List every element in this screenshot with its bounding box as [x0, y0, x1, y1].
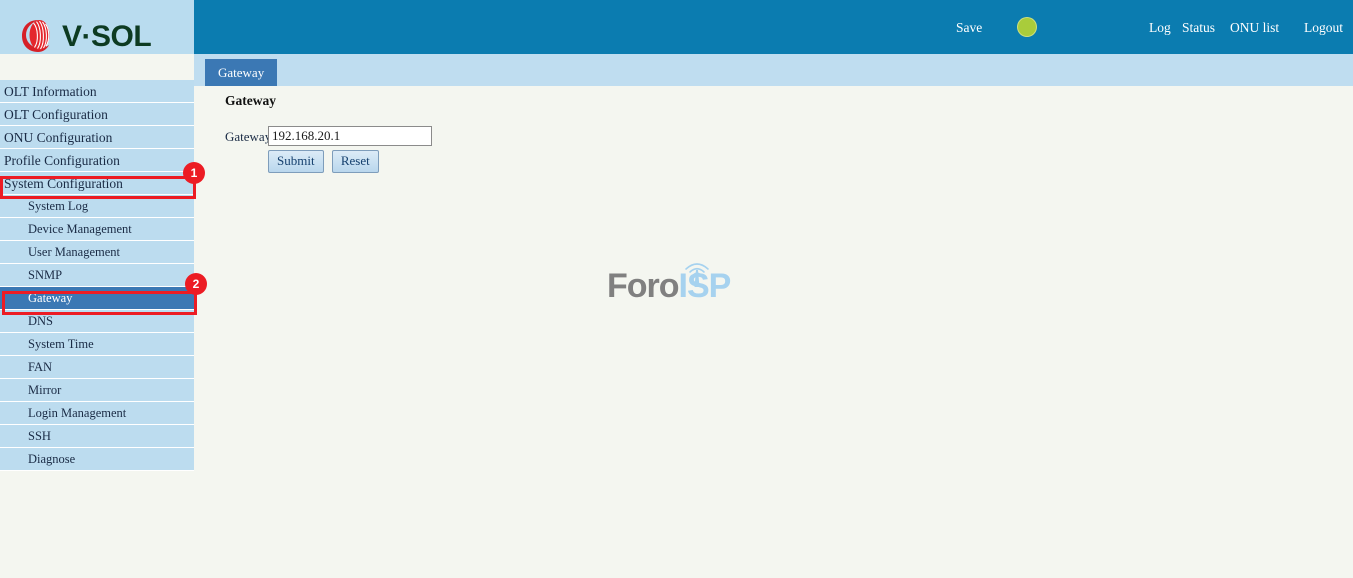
sidebar-item-user-management[interactable]: User Management	[0, 241, 194, 264]
sidebar-item-mirror[interactable]: Mirror	[0, 379, 194, 402]
sidebar-item-onu-configuration[interactable]: ONU Configuration	[0, 126, 194, 149]
save-button[interactable]: Save	[956, 20, 982, 36]
sidebar-item-label: ONU Configuration	[4, 130, 113, 145]
sidebar-item-dns[interactable]: DNS	[0, 310, 194, 333]
sidebar-item-system-time[interactable]: System Time	[0, 333, 194, 356]
foroisp-watermark: ForoISP	[607, 257, 749, 311]
reset-button[interactable]: Reset	[331, 150, 379, 173]
sidebar-item-label: System Configuration	[4, 176, 123, 191]
sidebar-item-olt-information[interactable]: OLT Information	[0, 80, 194, 103]
header-link-logout[interactable]: Logout	[1304, 20, 1343, 36]
sidebar-item-label: SNMP	[28, 268, 63, 282]
tab-gateway[interactable]: Gateway	[205, 59, 278, 86]
header-link-log[interactable]: Log	[1149, 20, 1171, 36]
sidebar-item-label: System Time	[28, 337, 94, 351]
sidebar-item-gateway[interactable]: Gateway	[0, 287, 194, 310]
sidebar-item-system-configuration[interactable]: System Configuration	[0, 172, 194, 195]
sidebar-item-label: Mirror	[28, 383, 62, 397]
sidebar-item-label: OLT Configuration	[4, 107, 108, 122]
sidebar-item-label: User Management	[28, 245, 120, 259]
header-bar: Save Log Status ONU list Logout	[194, 0, 1353, 54]
brand-name: V·SOL	[62, 20, 152, 53]
header-link-onu-list[interactable]: ONU list	[1230, 20, 1279, 36]
sidebar-item-label: Profile Configuration	[4, 153, 120, 168]
sidebar-item-diagnose[interactable]: Diagnose	[0, 448, 194, 471]
app-header: V·SOL Save Log Status ONU list Logout	[0, 0, 1353, 54]
sidebar-item-fan[interactable]: FAN	[0, 356, 194, 379]
gateway-form-row: Gateway	[194, 126, 714, 148]
sidebar-item-device-management[interactable]: Device Management	[0, 218, 194, 241]
sidebar-item-login-management[interactable]: Login Management	[0, 402, 194, 425]
sidebar-item-label: Gateway	[28, 291, 73, 305]
sidebar-item-label: DNS	[28, 314, 54, 328]
vsol-globe-icon	[21, 19, 55, 53]
watermark-text: ForoISP	[607, 267, 732, 305]
sidebar-item-profile-configuration[interactable]: Profile Configuration	[0, 149, 194, 172]
sidebar-item-olt-configuration[interactable]: OLT Configuration	[0, 103, 194, 126]
sidebar-item-label: System Log	[28, 199, 89, 213]
tab-bar: Gateway	[194, 54, 1353, 86]
sidebar-item-label: Device Management	[28, 222, 132, 236]
submit-button[interactable]: Submit	[268, 150, 324, 173]
status-dot-green-icon	[1018, 18, 1036, 36]
gateway-field-label: Gateway	[225, 129, 272, 144]
watermark-text-primary: Foro	[607, 267, 680, 305]
header-link-status[interactable]: Status	[1182, 20, 1215, 36]
brand-logo-area: V·SOL	[0, 0, 194, 54]
main-content: Gateway Gateway Submit Reset ForoISP	[194, 86, 1353, 578]
sidebar-item-label: SSH	[28, 429, 51, 443]
watermark-text-secondary: ISP	[678, 267, 732, 305]
sidebar-item-ssh[interactable]: SSH	[0, 425, 194, 448]
gateway-input[interactable]	[268, 126, 432, 146]
sidebar-item-label: Login Management	[28, 406, 127, 420]
page-title: Gateway	[225, 93, 276, 108]
sidebar-nav: OLT Information OLT Configuration ONU Co…	[0, 80, 194, 471]
sidebar-item-label: Diagnose	[28, 452, 76, 466]
form-button-row: Submit Reset	[268, 150, 384, 173]
sidebar-item-snmp[interactable]: SNMP	[0, 264, 194, 287]
sidebar-item-system-log[interactable]: System Log	[0, 195, 194, 218]
sidebar-item-label: OLT Information	[4, 84, 97, 99]
sidebar-item-label: FAN	[28, 360, 53, 374]
